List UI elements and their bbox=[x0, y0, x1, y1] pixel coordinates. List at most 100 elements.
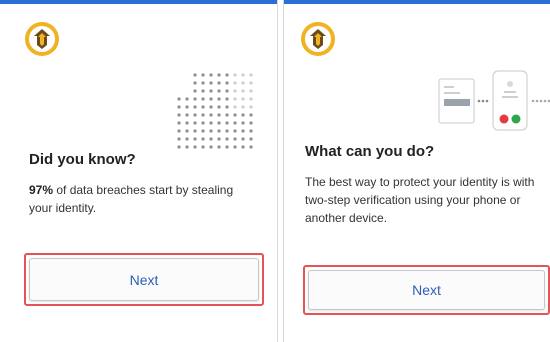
grid-dot bbox=[233, 145, 237, 149]
accent-bar bbox=[0, 0, 277, 4]
grid-dot bbox=[225, 129, 229, 133]
approve-dot bbox=[511, 114, 521, 124]
next-button-highlight: Next bbox=[24, 253, 264, 306]
grid-dot bbox=[177, 97, 181, 101]
grid-dot bbox=[249, 121, 253, 125]
grid-dot bbox=[201, 145, 205, 149]
grid-dot bbox=[233, 81, 237, 85]
grid-dot bbox=[217, 105, 221, 109]
grid-dot bbox=[209, 89, 213, 93]
grid-dot bbox=[233, 105, 237, 109]
grid-dot bbox=[225, 121, 229, 125]
grid-dot bbox=[201, 81, 205, 85]
grid-dot bbox=[209, 137, 213, 141]
shield-arrow-logo-icon bbox=[301, 22, 335, 56]
grid-dot bbox=[201, 97, 205, 101]
shield-arrow-logo-icon bbox=[25, 22, 59, 56]
grid-dot bbox=[217, 145, 221, 149]
grid-dot bbox=[193, 145, 197, 149]
grid-dot bbox=[233, 89, 237, 93]
grid-dot bbox=[233, 113, 237, 117]
grid-dot bbox=[209, 105, 213, 109]
grid-dot bbox=[193, 97, 197, 101]
onboarding-card-what-can-you-do: What can you do? The best way to protect… bbox=[283, 0, 550, 342]
card-title: What can you do? bbox=[305, 143, 435, 160]
stat-highlight: 97% bbox=[29, 183, 54, 197]
next-button[interactable]: Next bbox=[29, 258, 259, 301]
deny-dot bbox=[499, 114, 509, 124]
grid-dot bbox=[241, 73, 245, 77]
grid-dot bbox=[249, 113, 253, 117]
grid-dot bbox=[185, 137, 189, 141]
grid-dot bbox=[241, 137, 245, 141]
grid-dot bbox=[201, 105, 205, 109]
grid-dot bbox=[225, 113, 229, 117]
card-title: Did you know? bbox=[29, 151, 136, 168]
grid-dot bbox=[185, 97, 189, 101]
grid-dot bbox=[249, 129, 253, 133]
grid-dot bbox=[241, 81, 245, 85]
grid-dot bbox=[241, 145, 245, 149]
accent-bar bbox=[284, 0, 550, 4]
grid-dot bbox=[241, 121, 245, 125]
grid-dot bbox=[193, 73, 197, 77]
grid-dot bbox=[185, 129, 189, 133]
grid-dot bbox=[233, 73, 237, 77]
grid-dot bbox=[193, 81, 197, 85]
grid-dot bbox=[201, 129, 205, 133]
grid-dot bbox=[217, 121, 221, 125]
next-button-highlight: Next bbox=[303, 265, 550, 315]
grid-dot bbox=[201, 113, 205, 117]
phone-card bbox=[492, 70, 528, 131]
grid-dot bbox=[177, 121, 181, 125]
grid-dot bbox=[249, 89, 253, 93]
grid-dot bbox=[241, 105, 245, 109]
grid-dot bbox=[209, 73, 213, 77]
grid-dot bbox=[217, 97, 221, 101]
grid-dot bbox=[209, 145, 213, 149]
grid-dot bbox=[241, 129, 245, 133]
grid-dot bbox=[249, 73, 253, 77]
grid-dot bbox=[225, 89, 229, 93]
grid-dot bbox=[185, 105, 189, 109]
grid-dot bbox=[217, 81, 221, 85]
grid-dot bbox=[249, 105, 253, 109]
onboarding-card-did-you-know: Did you know? 97% of data breaches start… bbox=[0, 0, 278, 342]
grid-dot bbox=[209, 81, 213, 85]
grid-dot bbox=[233, 137, 237, 141]
grid-dot bbox=[177, 105, 181, 109]
grid-dot bbox=[225, 105, 229, 109]
grid-dot bbox=[177, 137, 181, 141]
grid-dot bbox=[201, 137, 205, 141]
grid-dot bbox=[185, 145, 189, 149]
grid-dot bbox=[217, 89, 221, 93]
grid-dot bbox=[217, 137, 221, 141]
grid-dot bbox=[185, 121, 189, 125]
grid-dot bbox=[201, 121, 205, 125]
grid-dot bbox=[225, 81, 229, 85]
grid-dot bbox=[217, 129, 221, 133]
grid-dot bbox=[249, 145, 253, 149]
grid-dot bbox=[177, 113, 181, 117]
dot-grid-illustration bbox=[177, 73, 253, 149]
grid-dot bbox=[249, 81, 253, 85]
card-description: The best way to protect your identity is… bbox=[305, 175, 535, 225]
grid-dot bbox=[225, 97, 229, 101]
grid-dot bbox=[225, 145, 229, 149]
grid-dot bbox=[241, 89, 245, 93]
grid-dot bbox=[233, 129, 237, 133]
grid-dot bbox=[201, 89, 205, 93]
grid-dot bbox=[177, 129, 181, 133]
grid-dot bbox=[217, 113, 221, 117]
grid-dot bbox=[193, 129, 197, 133]
grid-dot bbox=[193, 105, 197, 109]
next-button[interactable]: Next bbox=[308, 270, 545, 310]
grid-dot bbox=[217, 73, 221, 77]
grid-dot bbox=[241, 97, 245, 101]
grid-dot bbox=[249, 137, 253, 141]
grid-dot bbox=[249, 97, 253, 101]
grid-dot bbox=[201, 73, 205, 77]
grid-dot bbox=[193, 89, 197, 93]
grid-dot bbox=[185, 113, 189, 117]
grid-dot bbox=[193, 137, 197, 141]
